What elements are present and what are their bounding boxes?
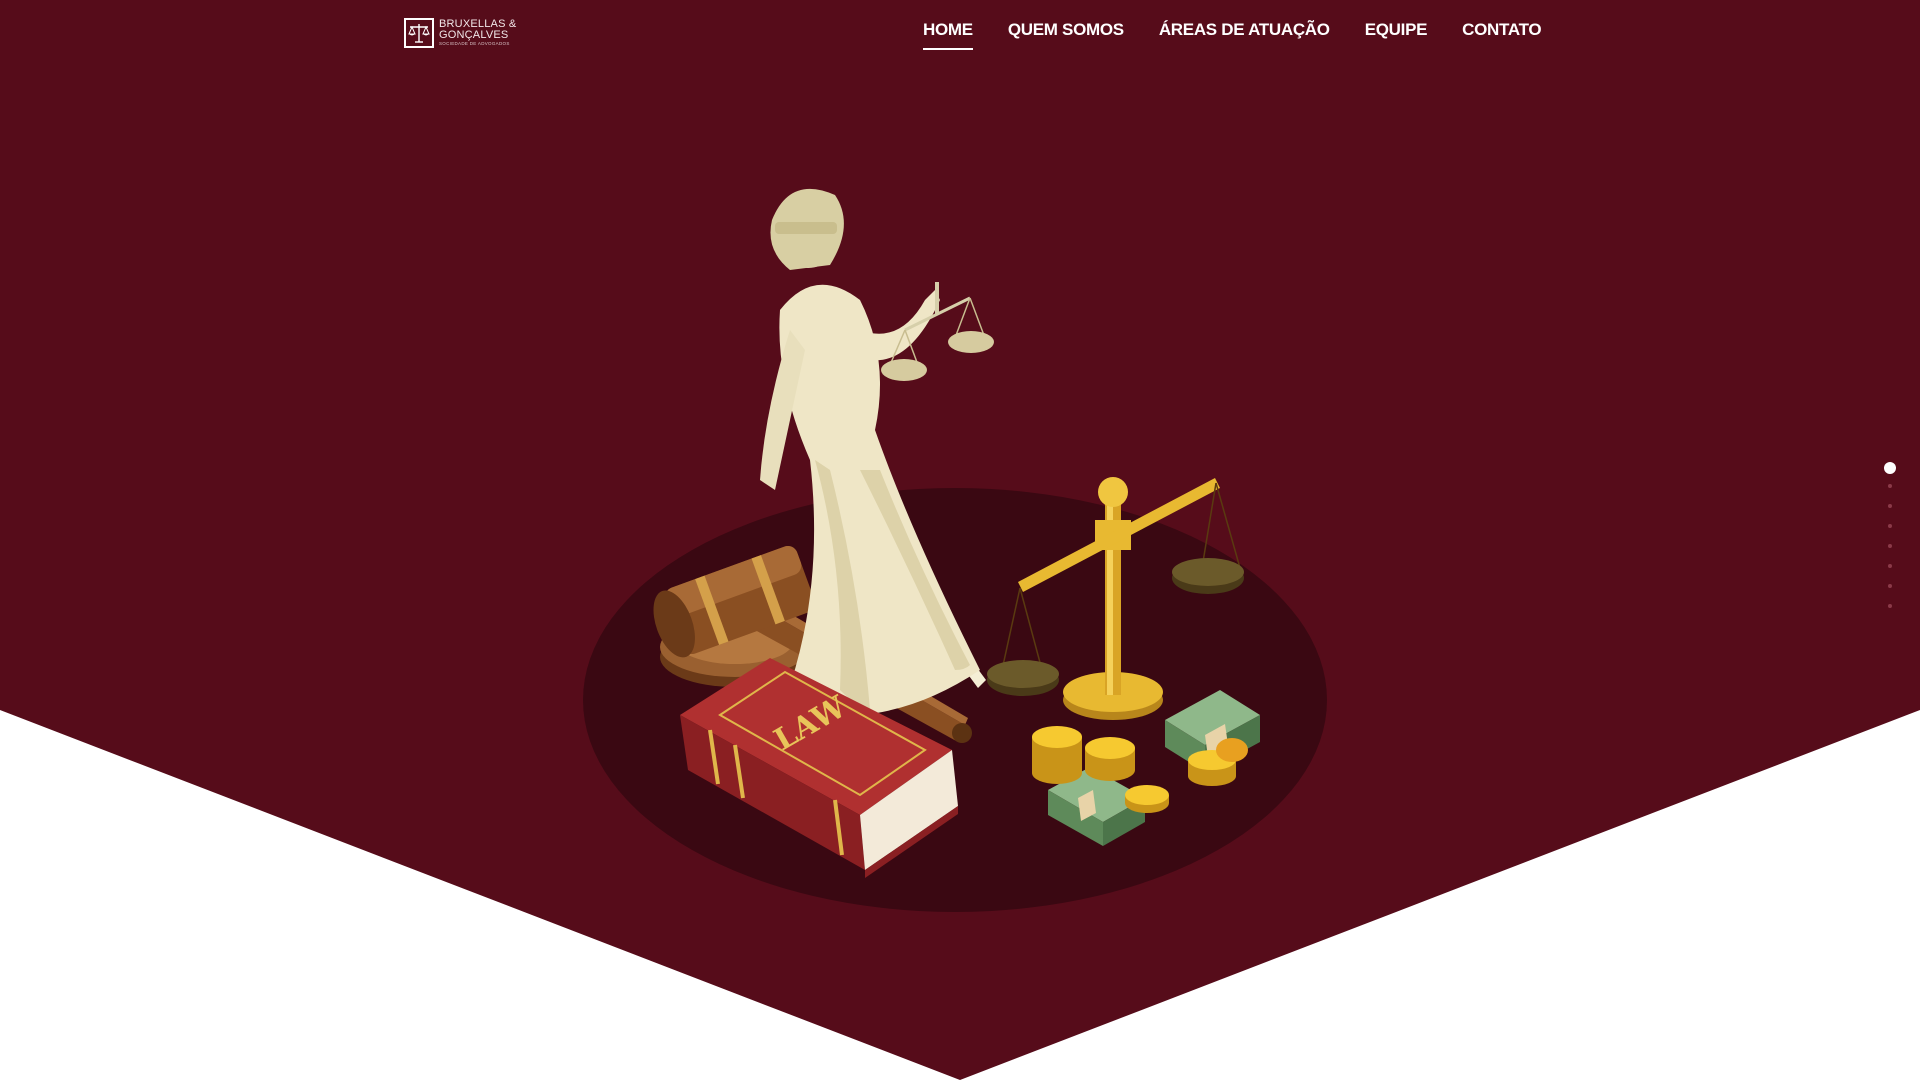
- section-pagination: [1883, 462, 1897, 624]
- pagination-dot-8[interactable]: [1888, 604, 1892, 608]
- site-header: BRUXELLAS & GONÇALVES SOCIEDADE DE ADVOG…: [0, 0, 1920, 70]
- logo[interactable]: BRUXELLAS & GONÇALVES SOCIEDADE DE ADVOG…: [404, 18, 516, 48]
- logo-name-line2: GONÇALVES: [439, 29, 509, 42]
- nav-item-contato[interactable]: CONTATO: [1462, 20, 1541, 50]
- pagination-dot-6[interactable]: [1888, 564, 1892, 568]
- logo-text: BRUXELLAS & GONÇALVES SOCIEDADE DE ADVOG…: [439, 19, 516, 47]
- logo-tagline: SOCIEDADE DE ADVOGADOS: [439, 41, 510, 47]
- nav-item-areas-de-atuacao[interactable]: ÁREAS DE ATUAÇÃO: [1159, 20, 1330, 50]
- pagination-dot-2[interactable]: [1888, 484, 1892, 488]
- pagination-dot-3[interactable]: [1888, 504, 1892, 508]
- page: BRUXELLAS & GONÇALVES SOCIEDADE DE ADVOG…: [0, 0, 1920, 1080]
- pagination-dot-4[interactable]: [1888, 524, 1892, 528]
- main-nav: HOME QUEM SOMOS ÁREAS DE ATUAÇÃO EQUIPE …: [923, 20, 1542, 50]
- lady-justice-illustration: LAW: [583, 188, 1327, 912]
- pagination-dot-7[interactable]: [1888, 584, 1892, 588]
- nav-item-equipe[interactable]: EQUIPE: [1365, 20, 1428, 50]
- pagination-dot-5[interactable]: [1888, 544, 1892, 548]
- nav-item-quem-somos[interactable]: QUEM SOMOS: [1008, 20, 1124, 50]
- pagination-dot-1[interactable]: [1884, 462, 1896, 474]
- nav-item-home[interactable]: HOME: [923, 20, 973, 50]
- scales-logo-icon: [404, 18, 434, 48]
